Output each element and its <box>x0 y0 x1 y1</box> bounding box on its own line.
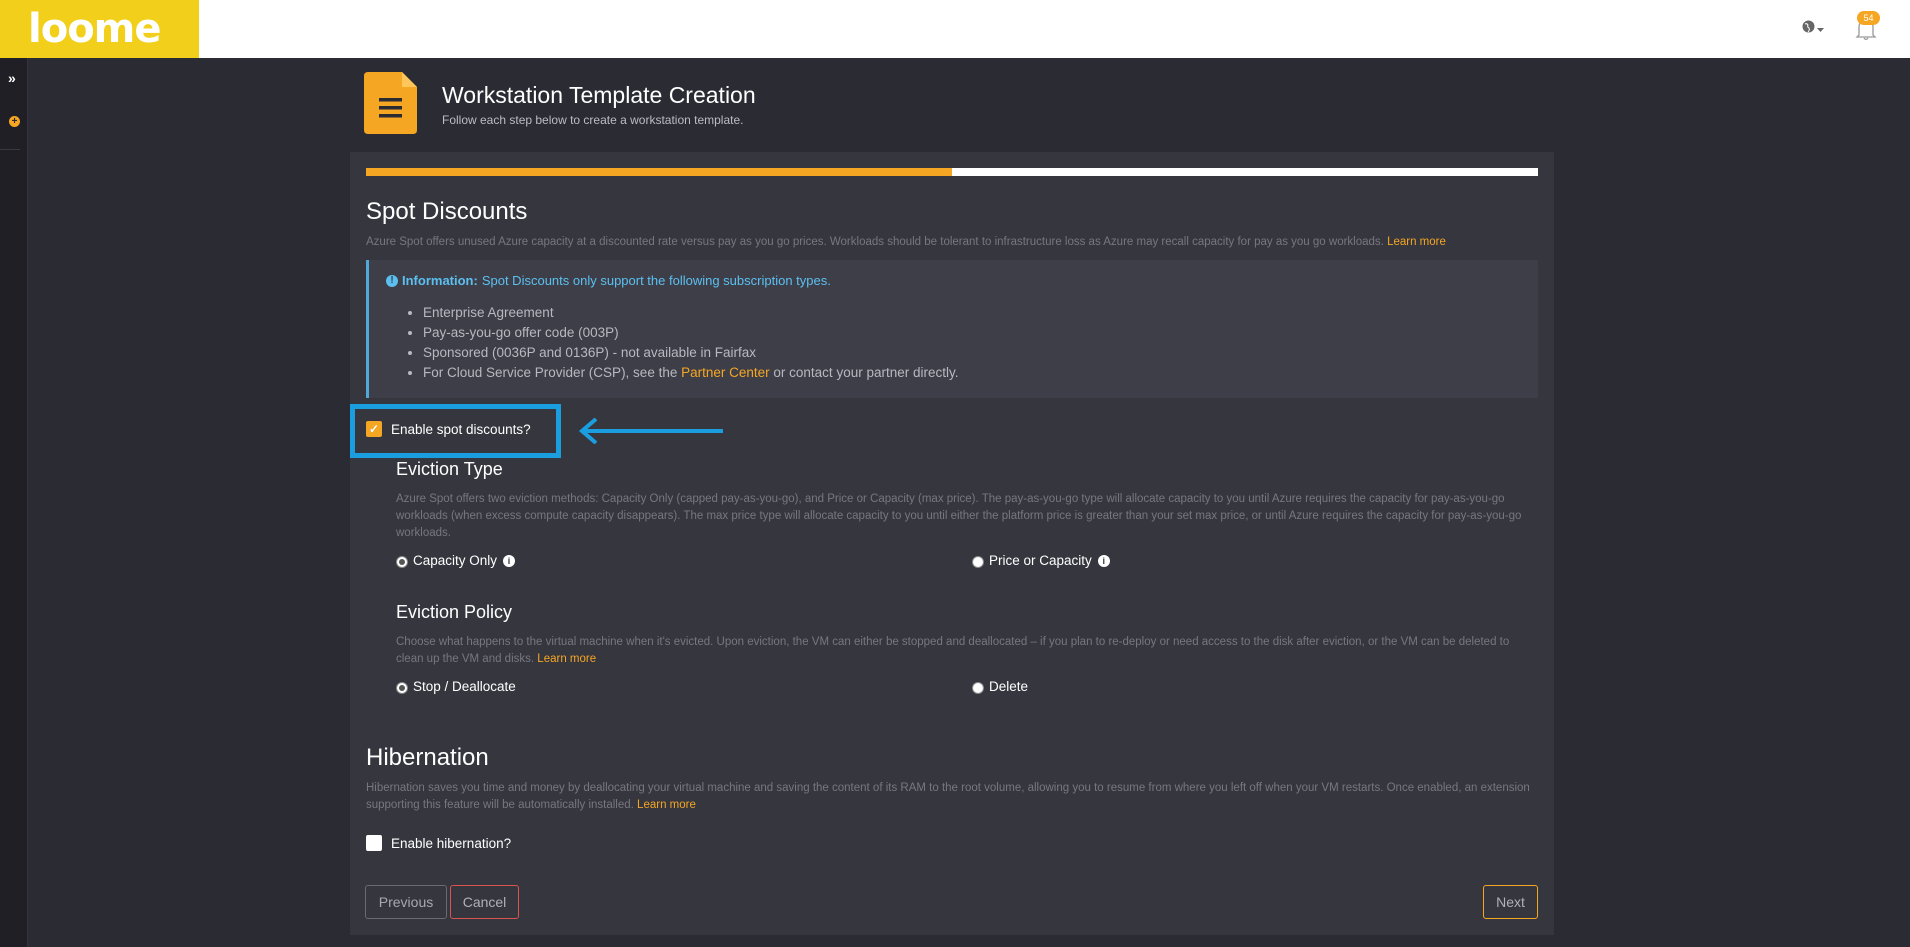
info-heading: ! Information: Spot Discounts only suppo… <box>386 273 831 288</box>
subscription-list: Enterprise Agreement Pay-as-you-go offer… <box>423 303 959 383</box>
hibernation-learn-more-link[interactable]: Learn more <box>637 799 696 811</box>
info-icon: ! <box>386 274 398 287</box>
progress-fill <box>366 168 952 176</box>
top-bar: loome 54 <box>0 0 1910 58</box>
cancel-button[interactable]: Cancel <box>450 885 519 919</box>
sidebar-divider <box>0 149 20 150</box>
info-icon[interactable]: i <box>503 554 516 567</box>
list-item: For Cloud Service Provider (CSP), see th… <box>423 363 959 383</box>
page-title: Workstation Template Creation <box>442 82 756 108</box>
hibernation-description: Hibernation saves you time and money by … <box>366 782 1530 811</box>
price-or-capacity-option[interactable]: Price or Capacity i <box>989 553 1110 568</box>
previous-button[interactable]: Previous <box>365 885 447 919</box>
chevron-down-icon <box>1817 20 1824 37</box>
radio-price-or-capacity[interactable] <box>972 556 984 568</box>
sidebar: » + <box>0 58 28 947</box>
spot-learn-more-link[interactable]: Learn more <box>1387 236 1446 248</box>
radio-delete[interactable] <box>972 682 984 694</box>
delete-option[interactable]: Delete <box>989 679 1028 694</box>
expand-icon[interactable]: » <box>8 70 16 86</box>
info-panel: ! Information: Spot Discounts only suppo… <box>366 260 1538 398</box>
loome-logo[interactable]: loome <box>0 0 199 58</box>
eviction-learn-more-link[interactable]: Learn more <box>537 653 596 665</box>
eviction-policy-heading: Eviction Policy <box>396 602 513 622</box>
hibernation-checkbox[interactable] <box>366 835 382 851</box>
arrow-icon <box>578 417 726 445</box>
list-item: Enterprise Agreement <box>423 303 959 323</box>
spot-heading: Spot Discounts <box>366 198 528 225</box>
step-progress-bar <box>366 168 1538 176</box>
eviction-type-description: Azure Spot offers two eviction methods: … <box>396 493 1522 539</box>
notification-badge: 54 <box>1857 11 1880 25</box>
capacity-only-option[interactable]: Capacity Only i <box>413 553 516 568</box>
next-button[interactable]: Next <box>1483 885 1538 919</box>
hibernation-heading: Hibernation <box>366 744 489 771</box>
info-icon[interactable]: i <box>1097 554 1110 567</box>
radio-capacity-only[interactable] <box>396 556 408 568</box>
partner-center-link[interactable]: Partner Center <box>681 365 770 380</box>
hibernation-label[interactable]: Enable hibernation? <box>391 836 511 851</box>
highlight-box <box>350 404 561 458</box>
globe-icon <box>1802 20 1815 37</box>
document-icon <box>364 72 417 134</box>
list-item: Pay-as-you-go offer code (003P) <box>423 323 959 343</box>
wizard-card: Spot Discounts Azure Spot offers unused … <box>350 152 1554 935</box>
stop-deallocate-option[interactable]: Stop / Deallocate <box>413 679 516 694</box>
language-dropdown[interactable] <box>1802 17 1828 39</box>
add-icon[interactable]: + <box>9 116 20 127</box>
spot-description: Azure Spot offers unused Azure capacity … <box>366 236 1446 248</box>
radio-stop-deallocate[interactable] <box>396 682 408 694</box>
list-item: Sponsored (0036P and 0136P) - not availa… <box>423 343 959 363</box>
page-subtitle: Follow each step below to create a works… <box>442 113 744 127</box>
eviction-type-heading: Eviction Type <box>396 459 503 479</box>
eviction-policy-description: Choose what happens to the virtual machi… <box>396 636 1510 665</box>
